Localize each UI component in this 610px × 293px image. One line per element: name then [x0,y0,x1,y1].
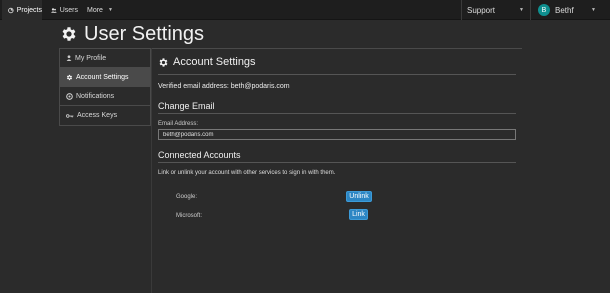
support-label: Support [467,5,496,15]
user-name: Bethf [555,5,574,15]
divider [158,162,516,163]
projects-icon [8,7,14,13]
microsoft-label: Microsoft: [176,213,203,219]
verified-email: Verified email address: beth@podaris.com [158,83,290,90]
nav-projects-label: Projects [16,6,42,14]
user-icon [66,55,72,61]
sidebar-item-label: My Profile [75,54,107,62]
top-navbar: Projects Users More ▼ Support ▼ B Bethf … [0,0,610,20]
caret-down-icon: ▼ [107,7,113,13]
sidebar-item-access-keys[interactable]: Access Keys [60,106,150,125]
settings-sidebar: My Profile Account Settings Notification… [59,48,151,126]
caret-down-icon: ▼ [591,7,596,13]
key-icon [66,113,74,118]
nav-users[interactable]: Users [48,0,78,20]
nav-users-label: Users [59,6,78,14]
nav-more-label: More [87,6,103,14]
page-title-text: User Settings [84,22,205,45]
sidebar-item-label: Access Keys [77,112,118,119]
divider [158,113,516,114]
sidebar-item-my-profile[interactable]: My Profile [60,49,150,68]
gear-icon [159,57,168,67]
nav-more-dropdown[interactable]: More ▼ [84,0,114,20]
sidebar-item-label: Account Settings [76,73,129,81]
connected-accounts-heading: Connected Accounts [158,150,241,160]
divider [151,48,152,293]
users-icon [51,7,57,13]
gear-icon [62,27,76,41]
notification-icon [66,92,73,100]
section-heading: Account Settings [158,56,256,68]
user-menu[interactable]: B Bethf ▼ [530,0,600,20]
microsoft-link-button[interactable]: Link [349,209,368,220]
sidebar-item-label: Notifications [76,92,115,100]
sidebar-item-account-settings[interactable]: Account Settings [60,68,150,87]
change-email-heading: Change Email [158,101,215,111]
divider [158,74,516,75]
email-field[interactable] [158,129,516,140]
avatar: B [538,4,550,16]
google-label: Google: [176,194,198,200]
gear-icon [66,74,73,80]
page-title: User Settings [60,21,204,47]
nav-projects[interactable]: Projects [2,0,42,20]
support-dropdown[interactable]: Support ▼ [461,0,528,20]
email-label: Email Address: [158,121,199,127]
google-unlink-button[interactable]: Unlink [346,191,372,202]
caret-down-icon: ▼ [519,7,524,13]
section-heading-text: Account Settings [173,56,256,68]
connected-help-text: Link or unlink your account with other s… [158,170,336,176]
sidebar-item-notifications[interactable]: Notifications [60,87,150,106]
